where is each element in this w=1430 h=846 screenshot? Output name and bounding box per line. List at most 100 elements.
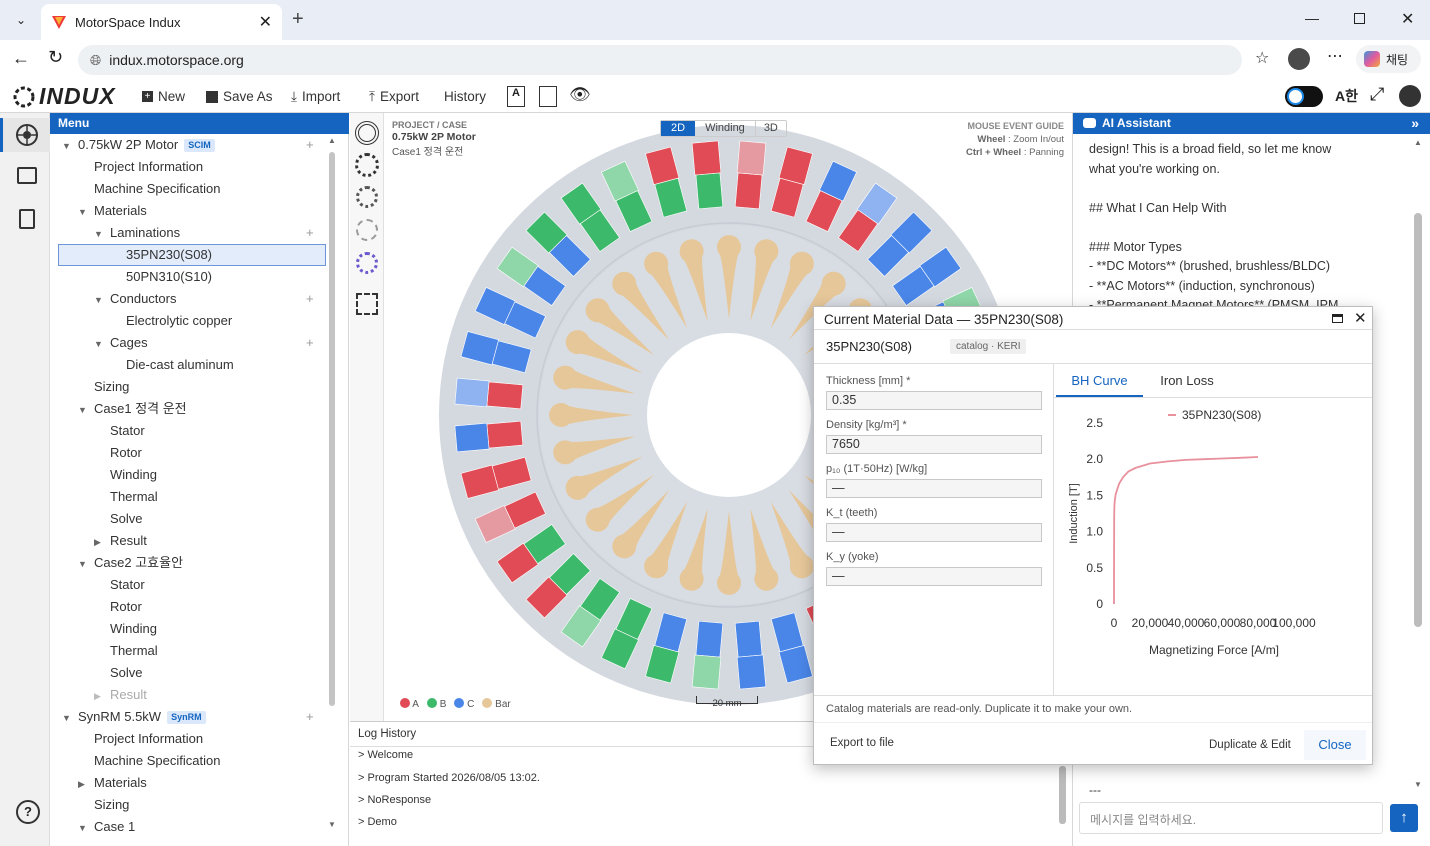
maximize-button[interactable]	[1354, 13, 1365, 24]
expand-icon[interactable]: ▶	[94, 537, 101, 548]
tree-item[interactable]: Rotor	[110, 596, 142, 618]
tree-project-0[interactable]: 0.75kW 2P Motor SCIM	[78, 134, 215, 156]
tree-item[interactable]: Laminations	[110, 222, 180, 244]
tree-item[interactable]: Result	[110, 530, 147, 552]
more-icon[interactable]: ⋯	[1327, 46, 1343, 66]
collapse-icon[interactable]: ▼	[78, 405, 87, 415]
collapse-icon[interactable]: ▼	[62, 141, 71, 151]
tree-item[interactable]: Case 1	[94, 816, 135, 838]
folder-search-icon[interactable]	[17, 167, 37, 184]
p10-field[interactable]: —	[826, 479, 1042, 498]
tree-item[interactable]: Project Information	[94, 156, 203, 178]
chat-scrollbar[interactable]	[1414, 213, 1422, 627]
scroll-down-icon[interactable]: ▼	[1414, 780, 1422, 789]
mesh-view-icon[interactable]	[356, 219, 378, 241]
theme-toggle[interactable]	[1285, 86, 1323, 107]
help-icon[interactable]: ?	[16, 800, 40, 824]
add-icon[interactable]: +	[306, 335, 314, 350]
rotor-view-icon[interactable]	[356, 186, 378, 208]
tree-item[interactable]: Materials	[94, 772, 147, 794]
tree-item[interactable]: Thermal	[110, 640, 158, 662]
tree-item[interactable]: Case1 정격 운전	[94, 398, 187, 420]
tree-item[interactable]: Rotor	[110, 442, 142, 464]
tree-item[interactable]: Winding	[110, 618, 157, 640]
kt-field[interactable]: —	[826, 523, 1042, 542]
save-as-button[interactable]: Save As	[206, 80, 273, 113]
tree-item[interactable]: Materials	[94, 200, 147, 222]
duplicate-edit-button[interactable]: Duplicate & Edit	[1209, 739, 1291, 751]
chat-input[interactable]: 메시지를 입력하세요.	[1079, 802, 1383, 834]
minimize-button[interactable]: —	[1305, 10, 1319, 26]
tree-item[interactable]: Conductors	[110, 288, 176, 310]
stator-rotor-view-icon[interactable]	[355, 121, 379, 145]
tree-item[interactable]: Stator	[110, 574, 145, 596]
tab-winding[interactable]: Winding	[695, 121, 756, 136]
tree-item[interactable]: Thermal	[110, 486, 158, 508]
report-chart-icon[interactable]	[539, 86, 557, 107]
collapse-icon[interactable]: ▼	[94, 295, 103, 305]
ky-field[interactable]: —	[826, 567, 1042, 586]
tree-project-1[interactable]: SynRM 5.5kW SynRM	[78, 706, 206, 728]
reload-icon[interactable]: ↻	[48, 47, 63, 68]
tree-item[interactable]: 50PN310(S10)	[126, 266, 212, 288]
collapse-panel-icon[interactable]: »	[1411, 115, 1419, 131]
url-field[interactable]: 🌐︎ indux.motorspace.org	[78, 45, 1242, 75]
import-button[interactable]: ⤓ Import	[291, 80, 340, 113]
tree-item[interactable]: Machine Specification	[94, 178, 220, 200]
add-icon[interactable]: +	[306, 709, 314, 724]
indux-logo[interactable]: INDUX	[12, 83, 116, 110]
tree-item[interactable]: Project Information	[94, 728, 203, 750]
dxf-icon[interactable]: A	[507, 86, 525, 107]
scroll-down-icon[interactable]: ▼	[328, 820, 336, 829]
tree-item[interactable]: Solve	[110, 662, 143, 684]
history-button[interactable]: History	[444, 80, 486, 113]
tree-scrollbar[interactable]	[329, 152, 335, 706]
tree-item[interactable]: Sizing	[94, 794, 129, 816]
fit-view-icon[interactable]	[356, 293, 378, 315]
new-button[interactable]: + New	[142, 80, 185, 113]
new-tab-button[interactable]: +	[292, 8, 304, 31]
close-window-button[interactable]: ✕	[1401, 9, 1414, 29]
collapse-icon[interactable]: ▼	[78, 207, 87, 217]
scroll-up-icon[interactable]: ▲	[1414, 138, 1422, 147]
tree-item[interactable]: Case2 고효율안	[94, 552, 183, 574]
add-icon[interactable]: +	[306, 137, 314, 152]
back-icon[interactable]: ←	[12, 48, 30, 69]
tree-item[interactable]: Electrolytic copper	[126, 310, 232, 332]
profile-avatar[interactable]	[1288, 48, 1310, 70]
tab-bh-curve[interactable]: BH Curve	[1056, 365, 1143, 397]
translate-icon[interactable]: A한	[1335, 86, 1358, 106]
add-icon[interactable]: +	[306, 291, 314, 306]
stator-view-icon[interactable]	[355, 153, 379, 177]
collapse-icon[interactable]: ▼	[62, 713, 71, 723]
maximize-dialog-icon[interactable]	[1332, 314, 1343, 323]
collapse-icon[interactable]: ▼	[78, 823, 87, 833]
tree-item[interactable]: Machine Specification	[94, 750, 220, 772]
thickness-field[interactable]: 0.35	[826, 391, 1042, 410]
tree-item[interactable]: Sizing	[94, 376, 129, 398]
user-icon[interactable]	[1399, 85, 1421, 107]
tree-item[interactable]: Die-cast aluminum	[126, 354, 234, 376]
rail-motor-button[interactable]	[0, 118, 50, 152]
tab-list-button[interactable]: ⌄	[9, 8, 33, 32]
export-button[interactable]: ⤒ Export	[369, 80, 419, 113]
export-to-file-button[interactable]: Export to file	[830, 737, 894, 749]
send-button[interactable]: ↑	[1390, 804, 1418, 832]
tab-2d[interactable]: 2D	[661, 121, 696, 136]
collapse-icon[interactable]: ▼	[78, 559, 87, 569]
book-icon[interactable]	[19, 209, 35, 229]
close-dialog-icon[interactable]: ✕	[1354, 309, 1367, 327]
tree-item[interactable]: Stator	[110, 420, 145, 442]
qr-icon[interactable]: ☆	[1255, 48, 1269, 68]
density-field[interactable]: 7650	[826, 435, 1042, 454]
tree-item[interactable]: Cages	[110, 332, 148, 354]
expand-icon[interactable]: ▶	[78, 779, 85, 790]
close-tab-icon[interactable]: ✕	[259, 12, 272, 32]
collapse-icon[interactable]: ▼	[94, 339, 103, 349]
close-button[interactable]: Close	[1304, 730, 1366, 760]
hide-eye-icon[interactable]: 👁︎	[569, 85, 591, 105]
add-icon[interactable]: +	[306, 225, 314, 240]
winding-view-icon[interactable]	[356, 252, 378, 274]
tree-item[interactable]: Winding	[110, 464, 157, 486]
log-scrollbar[interactable]	[1059, 766, 1066, 824]
